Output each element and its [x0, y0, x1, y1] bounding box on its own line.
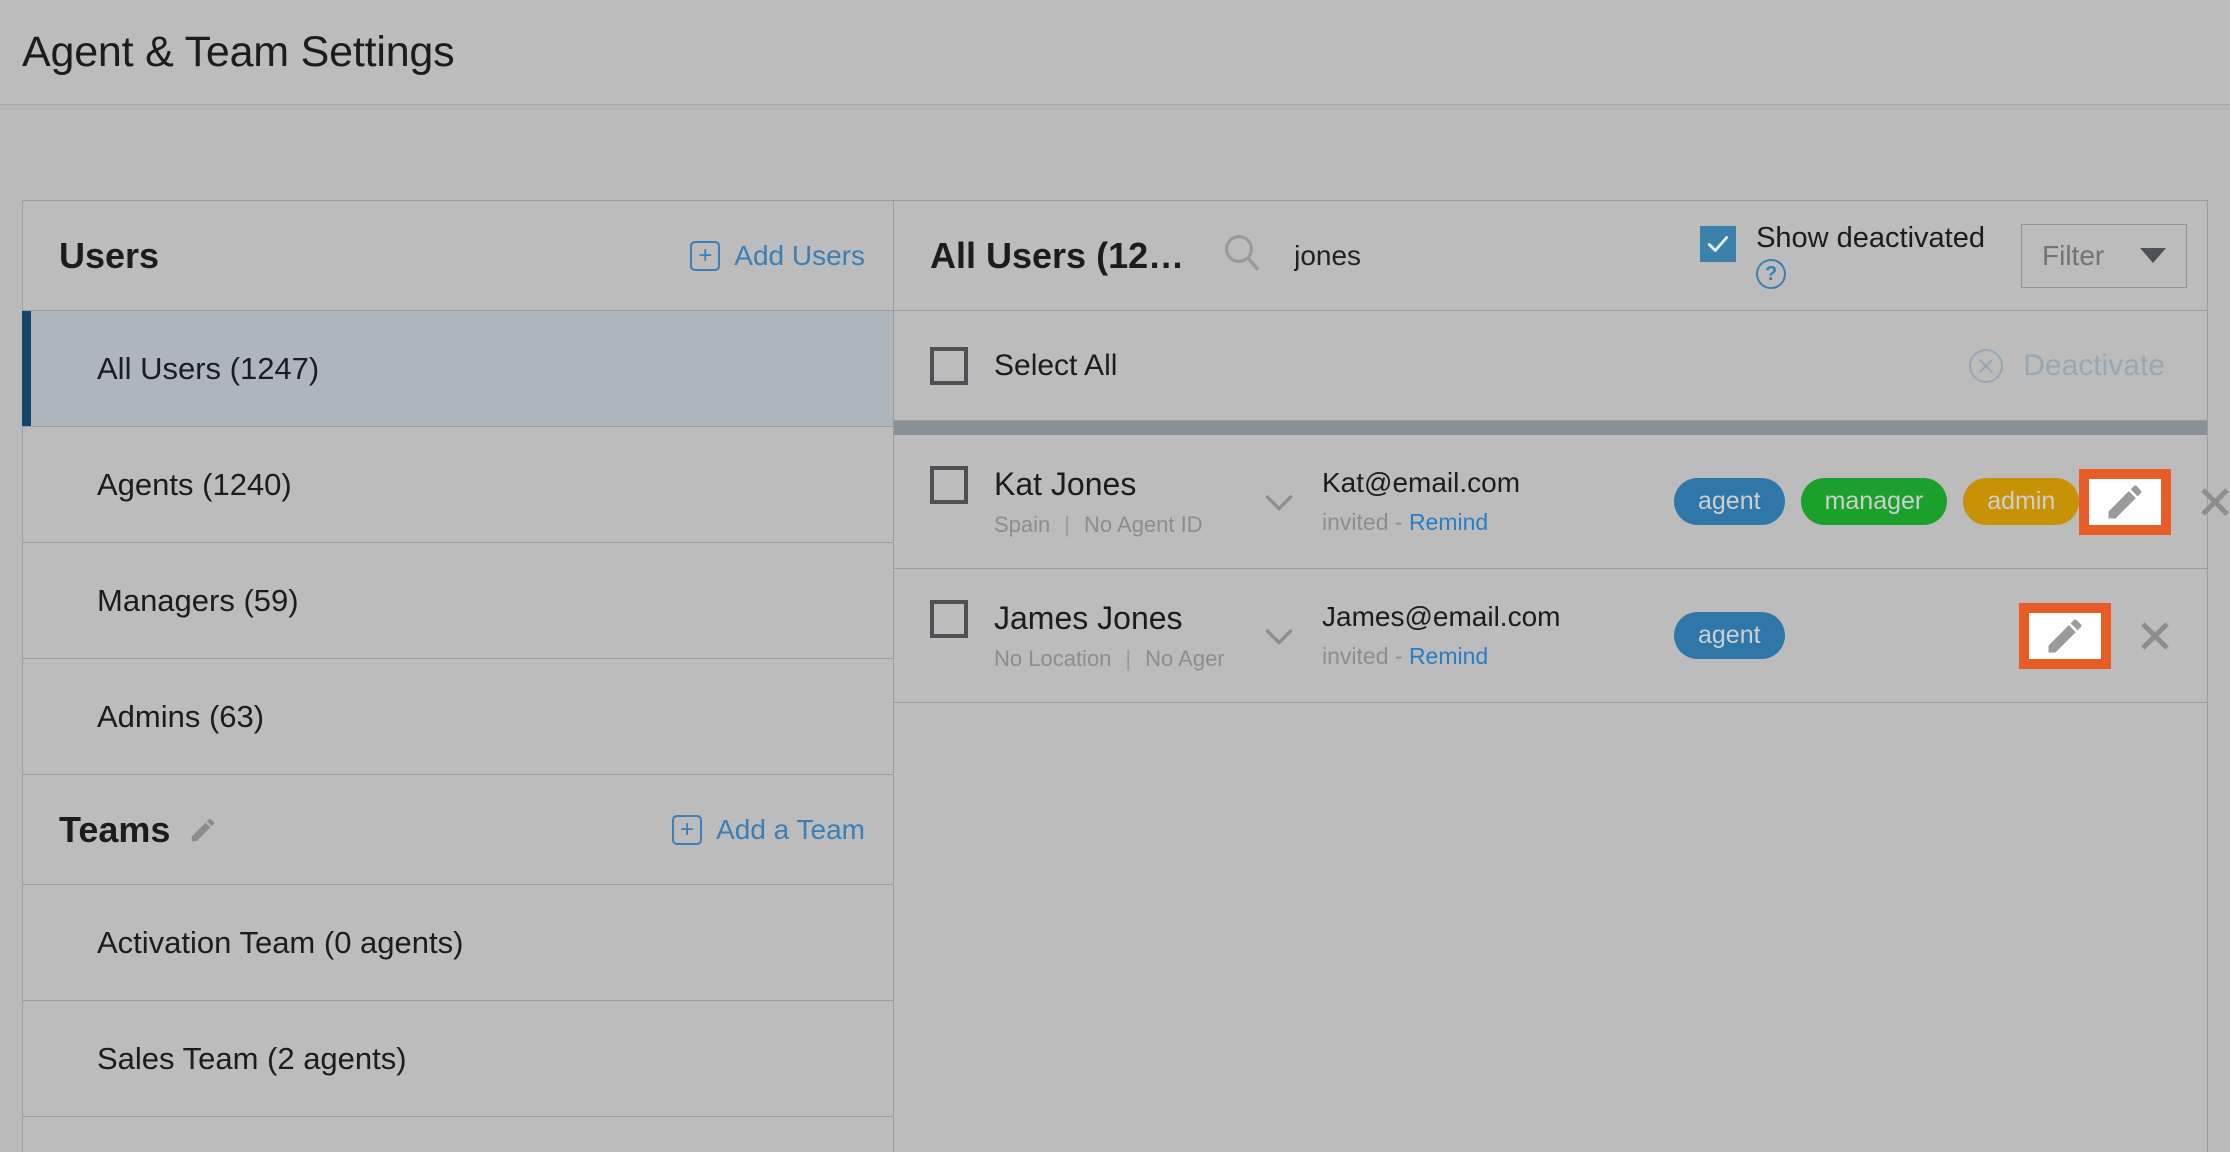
- deactivate-button[interactable]: Deactivate: [1969, 349, 2187, 383]
- table-row[interactable]: James Jones No Location | No Ager James@…: [894, 569, 2207, 703]
- search-area: [1218, 229, 1700, 282]
- sidebar-team-sales[interactable]: Sales Team (2 agents): [23, 1001, 893, 1117]
- plus-box-icon: +: [690, 241, 720, 271]
- sidebar-teams-title: Teams: [59, 809, 170, 851]
- add-users-button[interactable]: + Add Users: [690, 240, 865, 272]
- question-circle-icon[interactable]: ?: [1756, 259, 1786, 289]
- sidebar-item-label: Managers (59): [97, 583, 299, 619]
- page-header: Agent & Team Settings: [0, 0, 2230, 104]
- user-name: Kat Jones: [994, 466, 1136, 503]
- content-stage: Users + Add Users All Users (1247) Agent…: [0, 110, 2230, 1152]
- chevron-down-icon[interactable]: [1250, 616, 1308, 656]
- sidebar-item-label: All Users (1247): [97, 351, 319, 387]
- status-badge: agent: [1674, 478, 1785, 525]
- sidebar-item-label: Admins (63): [97, 699, 264, 735]
- add-team-label: Add a Team: [716, 814, 865, 846]
- users-panel: All Users (12…: [894, 200, 2208, 1152]
- user-status: invited - Remind: [1322, 643, 1622, 670]
- user-status-text: invited -: [1322, 509, 1403, 535]
- plus-box-icon: +: [672, 815, 702, 845]
- chevron-down-icon: [2140, 248, 2166, 263]
- meta-separator: |: [1125, 646, 1131, 672]
- filter-label: Filter: [2042, 240, 2104, 272]
- status-badge: admin: [1963, 478, 2079, 525]
- show-deactivated-control: Show deactivated ?: [1700, 222, 1985, 289]
- user-location: No Location: [994, 646, 1111, 672]
- user-name: James Jones: [994, 600, 1183, 637]
- sidebar-item-agents[interactable]: Agents (1240): [23, 427, 893, 543]
- select-all-label: Select All: [994, 349, 1117, 383]
- pencil-icon: [2103, 480, 2147, 524]
- page-title: Agent & Team Settings: [22, 28, 454, 77]
- sidebar-team-activation[interactable]: Activation Team (0 agents): [23, 885, 893, 1001]
- status-badge: agent: [1674, 612, 1785, 659]
- sidebar-item-all-users[interactable]: All Users (1247): [23, 311, 893, 427]
- meta-separator: |: [1064, 512, 1070, 538]
- remind-link[interactable]: Remind: [1409, 509, 1488, 535]
- sidebar-item-managers[interactable]: Managers (59): [23, 543, 893, 659]
- pencil-icon[interactable]: [188, 815, 218, 845]
- user-status: invited - Remind: [1322, 509, 1622, 536]
- sidebar: Users + Add Users All Users (1247) Agent…: [22, 200, 894, 1152]
- sidebar-item-label: Agents (1240): [97, 467, 292, 503]
- row-checkbox[interactable]: [930, 466, 968, 504]
- remind-link[interactable]: Remind: [1409, 643, 1488, 669]
- table-row[interactable]: Kat Jones Spain | No Agent ID Kat@email.…: [894, 435, 2207, 569]
- select-all-checkbox[interactable]: [930, 347, 968, 385]
- deactivate-label: Deactivate: [2023, 349, 2165, 383]
- edit-user-button[interactable]: [2079, 469, 2171, 535]
- show-deactivated-checkbox[interactable]: [1700, 226, 1736, 262]
- add-team-button[interactable]: + Add a Team: [672, 814, 865, 846]
- two-column-layout: Users + Add Users All Users (1247) Agent…: [22, 200, 2208, 1152]
- sidebar-users-header: Users + Add Users: [23, 201, 893, 311]
- circle-x-icon: [1969, 349, 2003, 383]
- sidebar-item-admins[interactable]: Admins (63): [23, 659, 893, 775]
- user-agent-id: No Agent ID: [1084, 512, 1203, 538]
- edit-user-button[interactable]: [2019, 603, 2111, 669]
- user-agent-id: No Ager: [1145, 646, 1225, 672]
- select-all-bar: Select All Deactivate: [894, 311, 2207, 421]
- close-icon[interactable]: [2133, 614, 2177, 658]
- role-badges: agent manager admin: [1674, 478, 2079, 525]
- horizontal-scrollbar[interactable]: [894, 421, 2207, 435]
- close-icon[interactable]: [2193, 480, 2230, 524]
- sidebar-team-label: Sales Team (2 agents): [97, 1041, 407, 1077]
- users-panel-header: All Users (12…: [894, 201, 2207, 311]
- chevron-down-icon[interactable]: [1250, 482, 1308, 522]
- user-email: James@email.com: [1322, 601, 1622, 633]
- user-email: Kat@email.com: [1322, 467, 1622, 499]
- search-input[interactable]: [1294, 240, 1654, 272]
- add-users-label: Add Users: [734, 240, 865, 272]
- role-badges: agent: [1674, 612, 2019, 659]
- users-panel-title: All Users (12…: [930, 235, 1184, 277]
- sidebar-teams-header: Teams + Add a Team: [23, 775, 893, 885]
- sidebar-users-title: Users: [59, 235, 159, 277]
- user-status-text: invited -: [1322, 643, 1403, 669]
- pencil-icon: [2043, 614, 2087, 658]
- user-location: Spain: [994, 512, 1050, 538]
- row-checkbox[interactable]: [930, 600, 968, 638]
- show-deactivated-label: Show deactivated: [1756, 222, 1985, 255]
- sidebar-team-label: Activation Team (0 agents): [97, 925, 463, 961]
- status-badge: manager: [1801, 478, 1948, 525]
- filter-dropdown[interactable]: Filter: [2021, 224, 2187, 288]
- search-icon: [1218, 229, 1266, 282]
